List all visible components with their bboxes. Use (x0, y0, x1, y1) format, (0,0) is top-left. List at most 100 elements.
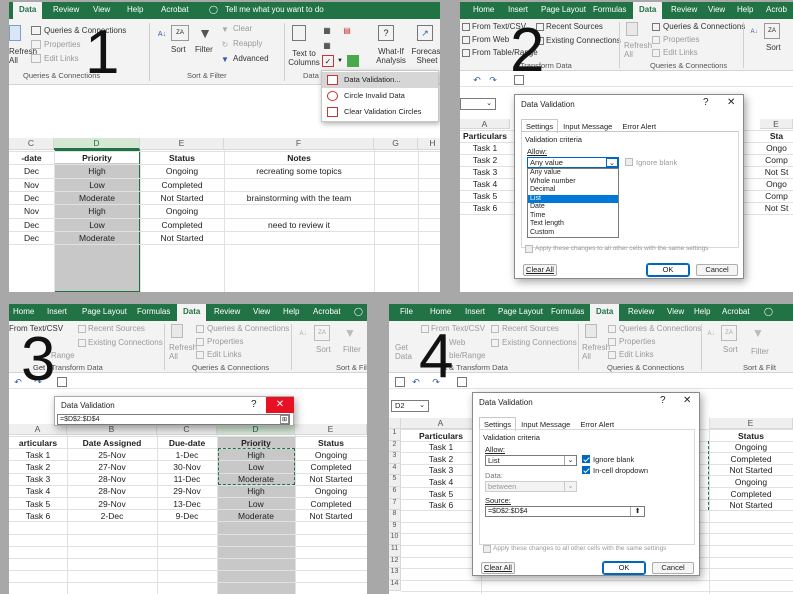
table-cell[interactable]: Ongo (760, 179, 793, 189)
column-header[interactable]: E (140, 138, 224, 150)
allow-select[interactable]: Any value ⌄ (527, 157, 619, 168)
recent-sources-button[interactable]: Recent Sources (502, 324, 559, 333)
table-cell[interactable]: Dec (9, 193, 54, 203)
table-cell[interactable]: Task 5 (9, 499, 67, 509)
table-cell[interactable]: 29-Nov (157, 486, 217, 496)
queries-connections-button[interactable]: Queries & Connections (619, 324, 701, 333)
column-header[interactable]: F (224, 138, 374, 150)
edit-links-button[interactable]: Edit Links (44, 54, 79, 63)
table-cell[interactable]: Task 1 (401, 442, 481, 452)
tab-acrobat[interactable]: Acrobat (313, 307, 341, 316)
from-web-button[interactable]: From Web (472, 35, 509, 44)
table-cell[interactable]: Task 4 (460, 179, 510, 189)
header-cell[interactable]: Due-date (157, 438, 217, 448)
edit-links-button[interactable]: Edit Links (619, 350, 654, 359)
chevron-down-icon[interactable]: ⌄ (564, 456, 576, 465)
tab-acrobat[interactable]: Acrob (766, 5, 787, 14)
row-header[interactable]: 9 (389, 521, 401, 534)
table-cell[interactable]: Low (54, 180, 140, 190)
table-cell[interactable]: 28-Nov (67, 486, 157, 496)
table-cell[interactable]: 1-Dec (157, 450, 217, 460)
table-cell[interactable]: Low (54, 220, 140, 230)
consolidate-icon[interactable]: ▦ (322, 40, 332, 50)
properties-button[interactable]: Properties (663, 35, 699, 44)
row-header[interactable]: 6 (389, 487, 401, 499)
tab-home[interactable]: Home (430, 307, 451, 316)
queries-connections-button[interactable]: Queries & Connections (207, 324, 289, 333)
row-header[interactable]: 7 (389, 498, 401, 511)
table-cell[interactable]: Ongoing (295, 450, 367, 460)
properties-button[interactable]: Properties (44, 40, 80, 49)
table-cell[interactable]: Not Started (709, 465, 793, 475)
get-data-button[interactable]: Get Data (395, 343, 417, 361)
table-cell[interactable]: High (217, 486, 295, 496)
column-header[interactable]: H (418, 138, 440, 150)
table-cell[interactable]: Ongoing (140, 166, 224, 176)
tab-view[interactable]: View (93, 5, 110, 14)
table-cell[interactable]: Not St (760, 167, 793, 177)
apply-all-checkbox[interactable] (483, 545, 491, 553)
table-cell[interactable]: Not Started (140, 193, 224, 203)
select-all-corner[interactable] (389, 418, 401, 429)
tab-help[interactable]: Help (737, 5, 753, 14)
row-header[interactable]: 14 (389, 579, 401, 592)
sort-button[interactable]: Sort (316, 345, 331, 354)
edit-links-button[interactable]: Edit Links (207, 350, 242, 359)
tab-data[interactable]: Data (590, 304, 620, 321)
table-cell[interactable]: Not Started (295, 511, 367, 521)
filter-button[interactable]: Filter (343, 345, 361, 354)
table-cell[interactable]: Moderate (54, 233, 140, 243)
list-option-selected[interactable]: List (528, 194, 618, 203)
close-button[interactable]: ✕ (727, 97, 735, 108)
table-cell[interactable]: Task 6 (9, 511, 67, 521)
table-cell[interactable]: High (54, 166, 140, 176)
row-header[interactable]: 1 (389, 429, 401, 441)
row-header[interactable]: 12 (389, 556, 401, 569)
table-cell[interactable]: 11-Dec (157, 474, 217, 484)
tab-review[interactable]: Review (628, 307, 654, 316)
text-to-columns-button[interactable]: Text to Columns (288, 49, 320, 67)
apply-all-checkbox[interactable] (525, 245, 533, 253)
tab-review[interactable]: Review (214, 307, 240, 316)
column-header[interactable]: C (9, 138, 54, 150)
table-cell[interactable]: Task 2 (9, 462, 67, 472)
menu-item-data-validation[interactable]: Data Validation... (322, 72, 438, 88)
list-option[interactable]: Decimal (528, 186, 618, 195)
table-cell[interactable]: Not Started (140, 233, 224, 243)
header-cell[interactable]: Particulars (401, 431, 481, 441)
properties-button[interactable]: Properties (619, 337, 655, 346)
row-header[interactable]: 4 (389, 463, 401, 476)
table-cell[interactable]: Completed (295, 499, 367, 509)
tell-me-search[interactable]: Tell me what you want to do (225, 5, 324, 14)
source-input[interactable]: =$D$2:$D$4 ⬆ (485, 506, 645, 517)
table-cell[interactable]: recreating some topics (224, 166, 374, 176)
tab-data[interactable]: Data (177, 304, 207, 321)
header-cell[interactable]: Priority (54, 153, 140, 163)
tab-data[interactable]: Data (633, 2, 663, 19)
table-cell[interactable]: Not St (760, 203, 793, 213)
sort-az-icon[interactable]: A↓ (750, 25, 758, 39)
table-cell[interactable]: need to review it (224, 220, 374, 230)
recent-sources-button[interactable]: Recent Sources (88, 324, 145, 333)
table-cell[interactable]: Comp (760, 191, 793, 201)
header-cell[interactable]: Status (140, 153, 224, 163)
table-cell[interactable]: Ongoing (709, 442, 793, 452)
table-cell[interactable]: Task 3 (9, 474, 67, 484)
from-table-range-button[interactable]: ble/Range (449, 351, 485, 360)
tab-home[interactable]: Home (13, 307, 34, 316)
close-button[interactable]: ✕ (683, 395, 691, 406)
chevron-down-icon[interactable]: ▼ (336, 55, 344, 67)
table-cell[interactable]: Completed (295, 462, 367, 472)
table-cell[interactable]: 9-Dec (157, 511, 217, 521)
column-header[interactable]: E (709, 418, 793, 429)
header-cell[interactable]: Status (709, 431, 793, 441)
remove-duplicates-icon[interactable]: ▤ (342, 25, 352, 35)
clear-all-button[interactable]: Clear All (523, 264, 557, 276)
table-cell[interactable]: Completed (140, 180, 224, 190)
help-button[interactable]: ? (703, 97, 709, 108)
existing-connections-button[interactable]: Existing Connections (502, 338, 577, 347)
header-cell[interactable]: Notes (224, 153, 374, 163)
table-cell[interactable]: High (54, 206, 140, 216)
table-cell[interactable]: Task 2 (460, 155, 510, 165)
what-if-analysis-button[interactable]: What-If Analysis (373, 47, 409, 65)
